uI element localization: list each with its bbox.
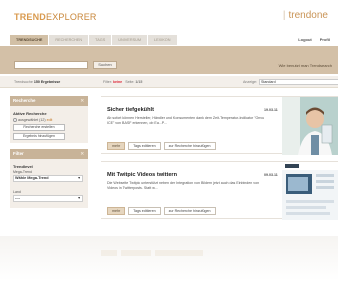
page-label: Seite: bbox=[125, 80, 135, 84]
filter-panel-title: Filter bbox=[13, 151, 24, 156]
logo-part-trend: TREND bbox=[14, 12, 46, 22]
results-count: 150 Ergebnisse bbox=[33, 80, 61, 84]
tab-tags[interactable]: TAGS bbox=[89, 35, 112, 45]
sort-control: Anzeige: Standard ▾ bbox=[243, 79, 338, 85]
edit-link[interactable]: edit bbox=[47, 118, 53, 122]
reflection-fade bbox=[0, 236, 338, 281]
more-button[interactable]: mehr bbox=[107, 207, 126, 215]
trend-level-label: Trendlevel bbox=[13, 164, 33, 169]
result-date: 19.03.11 bbox=[264, 108, 278, 112]
research-panel-title: Recherche bbox=[13, 98, 36, 103]
saved-research-label: ausgewählet (12) bbox=[18, 118, 46, 122]
trendexplorer-page: TRENDEXPLORER | trendone TRENDSUCHE RECHE… bbox=[0, 0, 338, 281]
trend-level-sublabel: Mega-Trend bbox=[13, 170, 32, 174]
sort-select[interactable]: Standard ▾ bbox=[259, 79, 338, 85]
filter-panel-header[interactable]: Filter ✕ bbox=[10, 149, 88, 159]
collapse-icon[interactable]: ✕ bbox=[80, 149, 84, 159]
active-research-label: Aktive Recherche bbox=[13, 111, 47, 116]
trend-level-select[interactable]: Wähle Mega-Trend ▾ bbox=[13, 175, 83, 182]
result-date: 09.03.11 bbox=[264, 173, 278, 177]
search-button[interactable]: Suchen bbox=[93, 61, 117, 69]
country-label: Land bbox=[13, 190, 21, 194]
chevron-down-icon: ▾ bbox=[78, 176, 80, 180]
top-bar: TRENDEXPLORER | trendone bbox=[0, 0, 338, 34]
result-teaser: Ab sofort können Hersteller, Händler und… bbox=[107, 116, 265, 125]
sidebar: Recherche ✕ Aktive Recherche ausgewählet… bbox=[10, 96, 88, 208]
trendone-brand: | trendone bbox=[283, 10, 328, 21]
results-list: Sicher tiefgekühlt 19.03.11 Ab sofort kö… bbox=[101, 96, 338, 226]
sort-label: Anzeige: bbox=[243, 80, 257, 84]
add-to-research-button[interactable]: zur Recherche hinzufügen bbox=[163, 142, 216, 150]
chevron-down-icon: ▾ bbox=[78, 196, 80, 200]
logout-link[interactable]: Logout bbox=[298, 37, 312, 42]
result-actions: mehr Tags editieren zur Recherche hinzuf… bbox=[107, 207, 216, 215]
trend-level-selected: Wähle Mega-Trend bbox=[15, 176, 49, 180]
add-to-research-button[interactable]: zur Recherche hinzufügen bbox=[163, 207, 216, 215]
create-research-button[interactable]: Recherche erstellen bbox=[13, 124, 65, 131]
edit-tags-button[interactable]: Tags editieren bbox=[128, 207, 161, 215]
brand-name: trendone bbox=[288, 10, 328, 21]
search-band bbox=[0, 46, 338, 74]
edit-tags-button[interactable]: Tags editieren bbox=[128, 142, 161, 150]
filter-panel: Trendlevel Mega-Trend Wähle Mega-Trend ▾… bbox=[10, 159, 88, 208]
tab-lexikon[interactable]: LEXIKON bbox=[148, 35, 177, 45]
result-thumbnail[interactable] bbox=[282, 97, 338, 155]
add-result-button[interactable]: Ergebnis hinzufügen bbox=[13, 133, 65, 140]
brand-separator: | bbox=[282, 10, 286, 21]
result-card: Mit Twitpic Videos twittern 09.03.11 Die… bbox=[101, 161, 338, 220]
reflection-decoration bbox=[101, 250, 117, 256]
tab-recherchen[interactable]: RECHERCHEN bbox=[49, 35, 89, 45]
research-panel: Aktive Recherche ausgewählet (12) edit R… bbox=[10, 106, 88, 143]
website-screenshot bbox=[282, 162, 338, 220]
trendexplorer-logo[interactable]: TRENDEXPLORER bbox=[14, 12, 97, 22]
filter-label: Filter: bbox=[103, 80, 112, 84]
result-card: Sicher tiefgekühlt 19.03.11 Ab sofort kö… bbox=[101, 96, 338, 155]
page-value: 1/15 bbox=[135, 80, 143, 84]
result-title[interactable]: Mit Twitpic Videos twittern bbox=[107, 172, 177, 178]
search-input[interactable] bbox=[14, 61, 88, 69]
reflection-decoration bbox=[121, 250, 151, 256]
tab-trendsuche[interactable]: TRENDSUCHE bbox=[10, 35, 49, 45]
sort-selected-value: Standard bbox=[261, 80, 276, 84]
filter-summary: Filter: keine Seite: 1/15 bbox=[103, 80, 142, 84]
profile-link[interactable]: Profil bbox=[320, 37, 330, 42]
result-title[interactable]: Sicher tiefgekühlt bbox=[107, 107, 154, 113]
collapse-icon[interactable]: ✕ bbox=[80, 96, 84, 106]
user-links: Logout Profil bbox=[298, 37, 330, 42]
result-actions: mehr Tags editieren zur Recherche hinzuf… bbox=[107, 142, 216, 150]
results-label: Trendsuche bbox=[14, 80, 33, 84]
main-tabs: TRENDSUCHE RECHERCHEN TAGS UNIVERSUM LEX… bbox=[10, 35, 177, 45]
tab-universum[interactable]: UNIVERSUM bbox=[112, 35, 148, 45]
logo-part-explorer: EXPLORER bbox=[46, 12, 97, 22]
saved-research-option[interactable]: ausgewählet (12) edit bbox=[13, 118, 85, 122]
country-select[interactable]: ---- ▾ bbox=[13, 195, 83, 202]
result-thumbnail[interactable] bbox=[282, 162, 338, 220]
more-button[interactable]: mehr bbox=[107, 142, 126, 150]
filter-value: keine bbox=[112, 80, 123, 84]
country-selected: ---- bbox=[15, 196, 21, 200]
reflection-decoration bbox=[155, 250, 203, 256]
radio-icon[interactable] bbox=[13, 118, 17, 122]
result-teaser: Die Webseite Twitpic unterstützt neben d… bbox=[107, 181, 260, 190]
person-photo bbox=[282, 97, 338, 155]
search-help-link[interactable]: Wie benutzt man Trendsearch bbox=[279, 63, 332, 68]
results-summary: Trendsuche 150 Ergebnisse bbox=[14, 80, 60, 84]
research-panel-header[interactable]: Recherche ✕ bbox=[10, 96, 88, 106]
